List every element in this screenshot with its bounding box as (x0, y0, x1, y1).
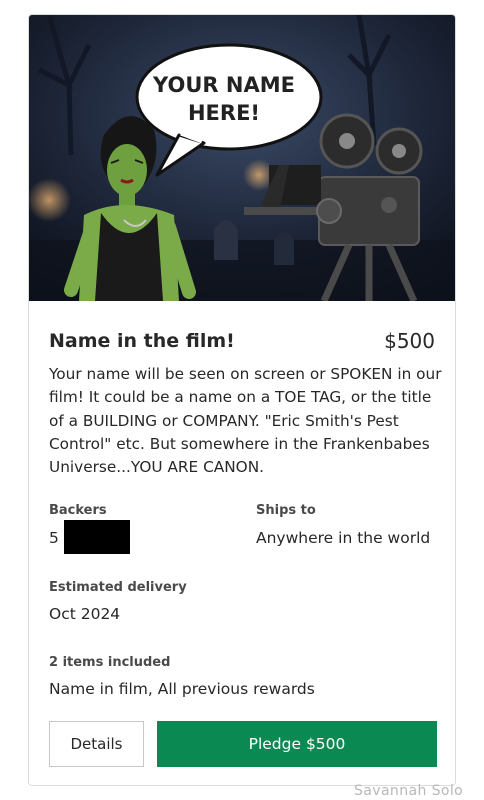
items-included-value: Name in film, All previous rewards (49, 680, 315, 698)
bubble-line-2: HERE! (188, 101, 260, 125)
reward-description: Your name will be seen on screen or SPOK… (49, 365, 442, 477)
ships-to-value: Anywhere in the world (256, 529, 431, 547)
backers-value: 5 (49, 529, 59, 547)
reward-image: YOUR NAME HERE! (29, 15, 455, 301)
reward-card: YOUR NAME HERE! Name in the film! $500 Y… (28, 14, 456, 786)
items-included-label: 2 items included (49, 655, 171, 670)
redaction-box (64, 520, 130, 554)
estimated-delivery-label: Estimated delivery (49, 580, 187, 595)
estimated-delivery-value: Oct 2024 (49, 605, 121, 623)
pledge-button[interactable]: Pledge $500 (157, 721, 437, 767)
backers-label: Backers (49, 503, 107, 518)
reward-title: Name in the film! (49, 330, 235, 352)
details-button[interactable]: Details (49, 721, 144, 767)
ships-to-label: Ships to (256, 503, 316, 518)
bubble-line-1: YOUR NAME (152, 73, 295, 97)
reward-price: $500 (384, 329, 435, 353)
watermark-text: Savannah Solo (354, 783, 464, 799)
